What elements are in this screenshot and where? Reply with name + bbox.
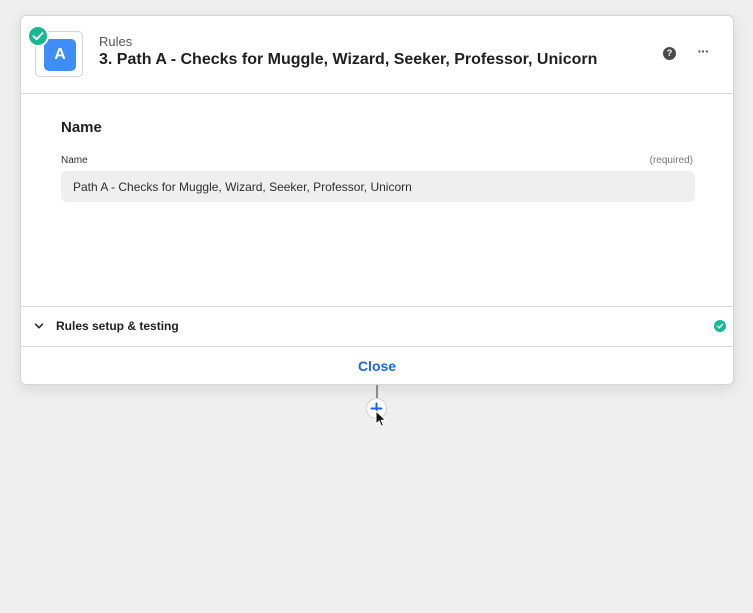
step-connector-line [376, 385, 378, 398]
step-editor-panel: A Rules 3. Path A - Checks for Muggle, W… [20, 15, 734, 385]
name-field-label: Name [61, 155, 88, 166]
complete-check-icon [27, 25, 49, 47]
step-title: 3. Path A - Checks for Muggle, Wizard, S… [99, 51, 598, 68]
rules-setup-accordion[interactable]: Rules setup & testing [21, 307, 733, 346]
more-options-icon[interactable]: ··· [695, 43, 711, 63]
name-section-heading: Name [61, 119, 102, 136]
chevron-down-icon [34, 323, 44, 329]
accordion-label: Rules setup & testing [56, 319, 179, 333]
canvas: A Rules 3. Path A - Checks for Muggle, W… [0, 0, 753, 613]
check-circle-icon [714, 320, 726, 332]
step-app-name: Rules [99, 34, 133, 49]
help-icon[interactable]: ? [663, 47, 676, 60]
step-header[interactable]: A Rules 3. Path A - Checks for Muggle, W… [21, 16, 733, 94]
mouse-pointer-icon [375, 410, 387, 427]
required-indicator: (required) [649, 155, 693, 166]
name-input[interactable] [61, 171, 695, 202]
close-button[interactable]: Close [21, 347, 733, 385]
